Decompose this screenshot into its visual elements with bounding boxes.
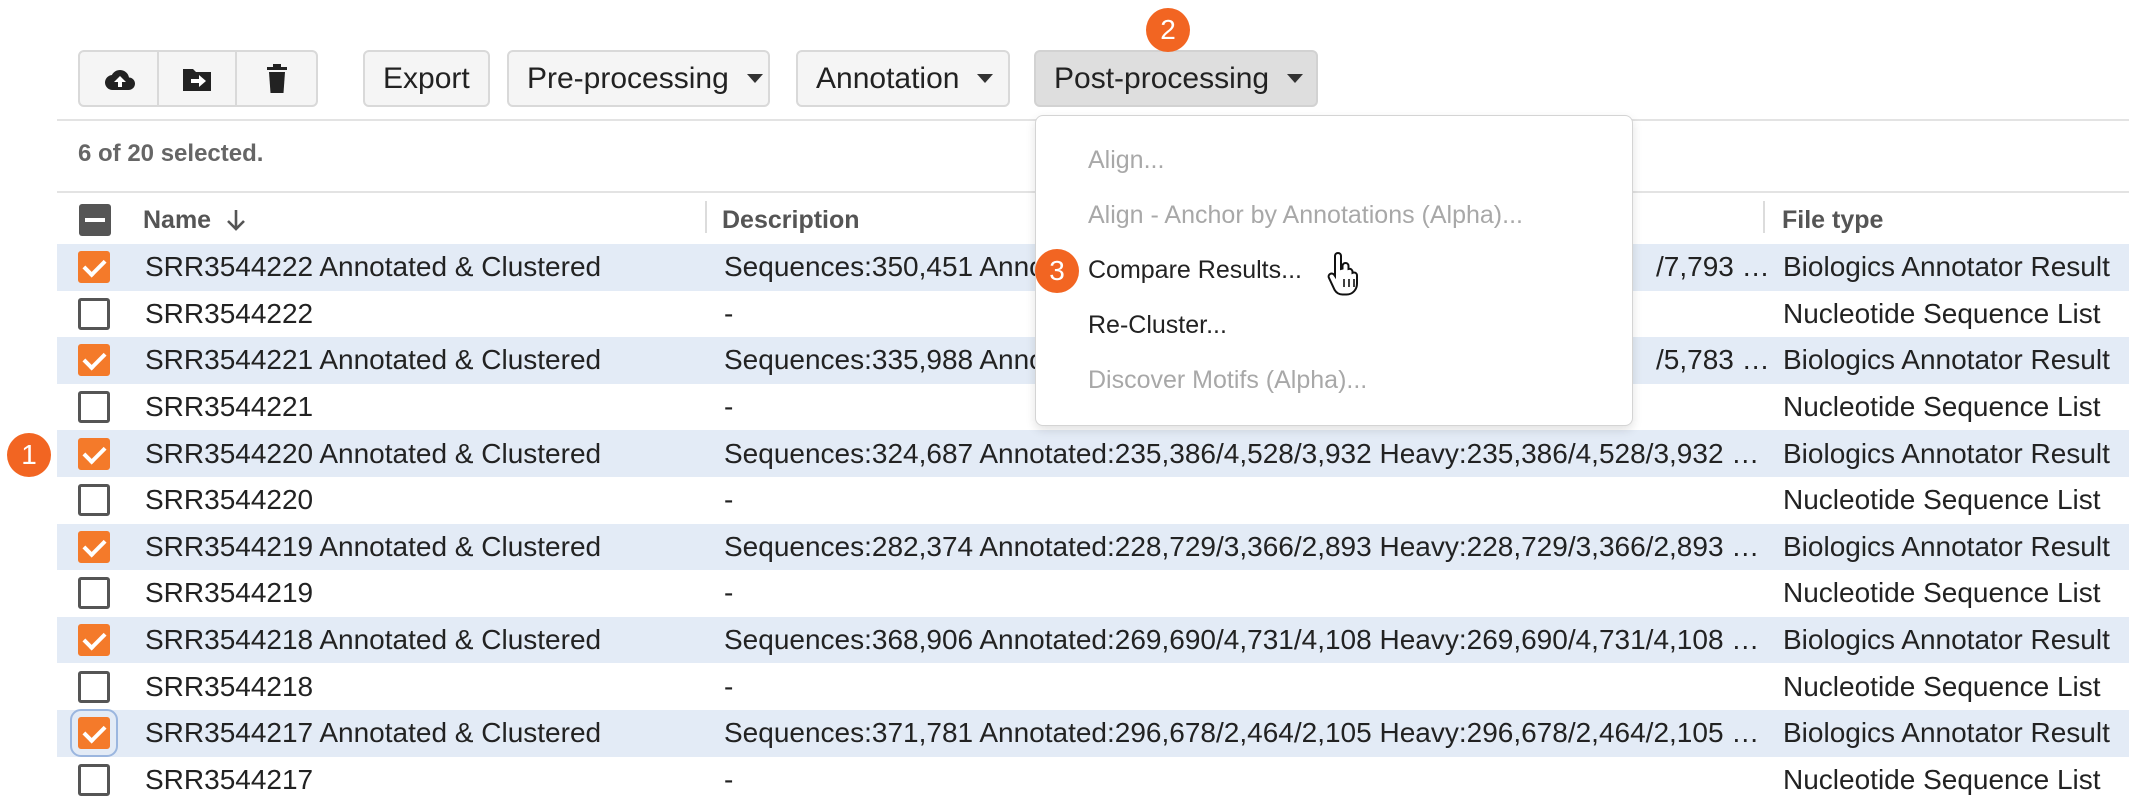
cell-description: - bbox=[724, 670, 734, 702]
cell-description: Sequences:368,906 Annotated:269,690/4,73… bbox=[724, 624, 1760, 656]
chevron-down-icon bbox=[746, 74, 763, 83]
cell-description: - bbox=[724, 577, 734, 609]
cell-name: SRR3544222 bbox=[145, 297, 314, 329]
annotation-label: Annotation bbox=[816, 61, 960, 95]
row-checkbox[interactable] bbox=[78, 297, 110, 330]
cell-file-type: Nucleotide Sequence List bbox=[1783, 391, 2101, 423]
cell-name: SRR3544221 Annotated & Clustered bbox=[145, 344, 602, 376]
table-row[interactable]: SRR3544219 Annotated & Clustered Sequence… bbox=[57, 523, 2129, 571]
sort-down-arrow-icon bbox=[227, 210, 246, 231]
cell-name: SRR3544217 Annotated & Clustered bbox=[145, 717, 602, 749]
chevron-down-icon bbox=[1287, 74, 1304, 83]
cell-name: SRR3544218 Annotated & Clustered bbox=[145, 624, 602, 656]
cell-name: SRR3544222 Annotated & Clustered bbox=[145, 251, 602, 283]
cell-name: SRR3544220 bbox=[145, 484, 314, 516]
table-row[interactable]: SRR3544219 - Nucleotide Sequence List bbox=[57, 570, 2129, 617]
cell-name: SRR3544217 bbox=[145, 763, 314, 795]
table-row[interactable]: SRR3544220 - Nucleotide Sequence List bbox=[57, 477, 2129, 524]
column-resize-handle[interactable] bbox=[705, 201, 707, 233]
row-checkbox[interactable] bbox=[78, 437, 110, 470]
step-badge-3: 3 bbox=[1035, 249, 1079, 293]
table-row[interactable]: SRR3544217 Annotated & Clustered Sequence… bbox=[57, 709, 2129, 758]
move-to-folder-icon bbox=[183, 68, 211, 91]
preprocessing-dropdown[interactable]: Pre-processing bbox=[507, 50, 770, 107]
cell-file-type: Nucleotide Sequence List bbox=[1783, 297, 2101, 329]
row-checkbox[interactable] bbox=[78, 391, 110, 424]
cell-name: SRR3544218 bbox=[145, 670, 314, 702]
cell-file-type: Nucleotide Sequence List bbox=[1783, 484, 2101, 516]
row-checkbox[interactable] bbox=[78, 344, 110, 377]
column-header-name[interactable]: Name bbox=[143, 197, 249, 243]
column-description-label: Description bbox=[722, 205, 860, 234]
cell-name: SRR3544220 Annotated & Clustered bbox=[145, 437, 602, 469]
cell-description-tail: /5,783 … bbox=[1656, 344, 1766, 376]
column-name-label: Name bbox=[143, 205, 212, 234]
menu-item[interactable]: Compare Results... bbox=[1088, 256, 1302, 285]
cell-file-type: Nucleotide Sequence List bbox=[1783, 670, 2101, 702]
chevron-down-icon bbox=[977, 74, 994, 83]
row-checkbox[interactable] bbox=[78, 530, 110, 563]
table-row[interactable]: SRR3544218 Annotated & Clustered Sequence… bbox=[57, 616, 2129, 664]
move-to-folder-button[interactable] bbox=[159, 52, 238, 105]
hand-pointer-cursor-icon bbox=[1327, 251, 1358, 296]
row-checkbox[interactable] bbox=[78, 763, 110, 796]
cell-file-type: Biologics Annotator Result bbox=[1783, 437, 2110, 469]
row-checkbox[interactable] bbox=[78, 624, 110, 657]
table-row[interactable]: SRR3544217 - Nucleotide Sequence List bbox=[57, 757, 2129, 804]
step-badge-2: 2 bbox=[1146, 8, 1190, 52]
cell-description: Sequences:324,687 Annotated:235,386/4,52… bbox=[724, 437, 1760, 469]
row-checkbox[interactable] bbox=[78, 484, 110, 517]
cell-description: Sequences:371,781 Annotated:296,678/2,46… bbox=[724, 717, 1760, 749]
menu-item: Align - Anchor by Annotations (Alpha)... bbox=[1088, 201, 1523, 229]
row-checkbox[interactable] bbox=[78, 670, 110, 703]
cell-name: SRR3544219 bbox=[145, 577, 314, 609]
export-label: Export bbox=[383, 61, 470, 95]
cell-file-type: Nucleotide Sequence List bbox=[1783, 577, 2101, 609]
postprocessing-dropdown[interactable]: Post-processing bbox=[1034, 50, 1318, 107]
row-checkbox[interactable] bbox=[78, 577, 110, 610]
select-all-checkbox[interactable] bbox=[79, 204, 111, 236]
file-actions-group bbox=[78, 50, 318, 107]
cell-name: SRR3544219 Annotated & Clustered bbox=[145, 530, 602, 562]
export-button[interactable]: Export bbox=[363, 50, 490, 107]
menu-item[interactable]: Re-Cluster... bbox=[1088, 311, 1227, 340]
column-file-type-label: File type bbox=[1782, 205, 1884, 234]
cell-file-type: Nucleotide Sequence List bbox=[1783, 763, 2101, 795]
cell-file-type: Biologics Annotator Result bbox=[1783, 624, 2110, 656]
column-header-file-type[interactable]: File type bbox=[1782, 197, 1883, 243]
table-row[interactable]: SRR3544220 Annotated & Clustered Sequence… bbox=[57, 430, 2129, 477]
cell-description-tail: /7,793 … bbox=[1656, 251, 1766, 283]
menu-item: Discover Motifs (Alpha)... bbox=[1088, 366, 1368, 394]
cell-description: Sequences:282,374 Annotated:228,729/3,36… bbox=[724, 530, 1760, 562]
column-header-description[interactable]: Description bbox=[722, 197, 860, 243]
trash-icon bbox=[266, 63, 287, 93]
selection-status: 6 of 20 selected. bbox=[78, 140, 264, 167]
cell-name: SRR3544221 bbox=[145, 391, 314, 423]
upload-button[interactable] bbox=[80, 52, 159, 105]
preprocessing-label: Pre-processing bbox=[527, 61, 729, 95]
column-resize-handle[interactable] bbox=[1763, 201, 1765, 233]
upload-cloud-icon bbox=[105, 69, 136, 90]
menu-item: Align... bbox=[1088, 146, 1165, 174]
cell-file-type: Biologics Annotator Result bbox=[1783, 251, 2110, 283]
cell-description: - bbox=[724, 763, 734, 795]
delete-button[interactable] bbox=[237, 52, 316, 105]
cell-file-type: Biologics Annotator Result bbox=[1783, 717, 2110, 749]
table-row[interactable]: SRR3544218 - Nucleotide Sequence List bbox=[57, 663, 2129, 710]
step-badge-1: 1 bbox=[7, 433, 51, 477]
cell-file-type: Biologics Annotator Result bbox=[1783, 530, 2110, 562]
row-checkbox[interactable] bbox=[70, 709, 118, 758]
row-checkbox[interactable] bbox=[78, 251, 110, 284]
annotation-dropdown[interactable]: Annotation bbox=[796, 50, 1010, 107]
cell-file-type: Biologics Annotator Result bbox=[1783, 344, 2110, 376]
postprocessing-label: Post-processing bbox=[1054, 61, 1270, 95]
cell-description: - bbox=[724, 484, 734, 516]
